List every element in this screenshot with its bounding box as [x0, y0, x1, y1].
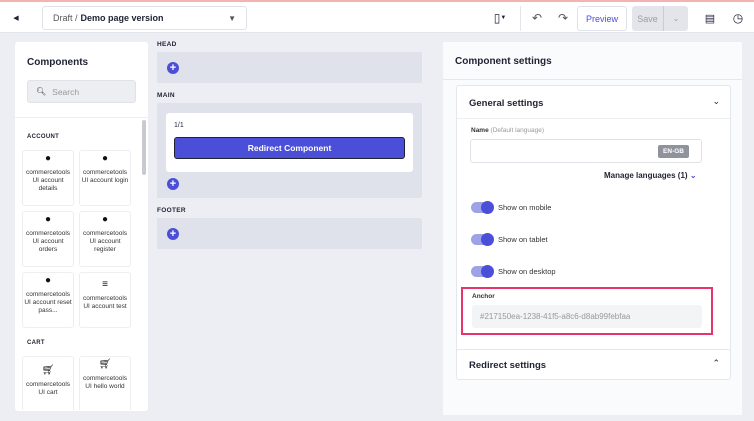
section-label: ACCOUNT — [27, 134, 59, 140]
user-icon: ● — [23, 277, 73, 291]
tile-label: commercetools UI account test — [83, 295, 127, 310]
device-mobile-icon[interactable]: ▯▼ — [488, 9, 512, 27]
component-tile[interactable]: ●commercetools UI account orders — [22, 211, 74, 267]
back-icon[interactable]: ◀ — [8, 8, 24, 28]
add-icon[interactable]: + — [167, 62, 179, 74]
history-icon[interactable]: ◷ — [730, 9, 746, 27]
user-icon: ● — [80, 216, 130, 230]
save-options-icon[interactable]: ⌄ — [664, 6, 688, 31]
component-settings-panel: Component settings General settings ⌄ Re… — [443, 42, 742, 415]
toggle-label: Show on mobile — [498, 203, 551, 212]
comments-icon[interactable]: ▤ — [702, 9, 718, 27]
head-section: + — [157, 52, 422, 83]
component-tile[interactable]: ●commercetools UI account details — [22, 150, 74, 206]
tile-label: commercetools UI account register — [83, 230, 127, 253]
main-label: MAIN — [157, 92, 175, 99]
show-on-mobile-toggle[interactable] — [471, 202, 493, 213]
component-tile[interactable]: 🛒︎commercetools UI cart — [22, 356, 74, 410]
tile-label: commercetools UI hello world — [83, 375, 127, 390]
tile-label: commercetools UI account login — [82, 169, 129, 184]
search-icon: 🔍︎ — [36, 87, 46, 96]
redirect-settings-header: Redirect settings — [469, 360, 546, 371]
save-button[interactable]: Save — [632, 6, 664, 31]
add-icon[interactable]: + — [167, 228, 179, 240]
panel-title: Components — [27, 57, 88, 68]
chevron-down-icon[interactable]: ⌄ — [712, 96, 720, 107]
redo-icon[interactable]: ↷ — [555, 9, 571, 27]
manage-languages-link[interactable]: Manage languages (1) ⌄ — [604, 171, 697, 180]
name-label: Name (Default language) — [471, 127, 544, 134]
component-tile[interactable]: ●commercetools UI account reset pass... — [22, 272, 74, 328]
tile-label: commercetools UI account orders — [26, 230, 70, 253]
tile-label: commercetools UI account reset pass... — [24, 291, 71, 314]
user-icon: ● — [23, 155, 73, 169]
page-version-select[interactable]: Draft / Demo page version ▼ — [42, 6, 247, 30]
save-button-group: Save ⌄ — [632, 6, 688, 31]
toggle-label: Show on tablet — [498, 235, 548, 244]
cart-icon: 🛒︎ — [23, 367, 73, 381]
divider — [457, 118, 730, 119]
toggle-label: Show on desktop — [498, 267, 556, 276]
chevron-down-icon: ⌄ — [690, 171, 697, 180]
footer-section: + — [157, 218, 422, 249]
search-placeholder: Search — [52, 87, 79, 97]
divider — [520, 6, 521, 31]
name-input[interactable]: EN-GB — [470, 139, 702, 163]
components-panel: Components 🔍︎Search ACCOUNT ●commercetoo… — [15, 42, 148, 411]
general-settings-header[interactable]: General settings — [469, 98, 543, 109]
anchor-label: Anchor — [472, 293, 495, 300]
tile-label: commercetools UI cart — [26, 381, 70, 396]
anchor-input[interactable]: #217150ea-1238-41f5-a8c6-d8ab99febfaa — [472, 305, 702, 328]
component-tile[interactable]: 🛒︎commercetools UI hello world — [79, 356, 131, 410]
component-list: ACCOUNT ●commercetools UI account detail… — [15, 117, 148, 410]
cart-icon: 🛒︎ — [80, 361, 130, 375]
chevron-down-icon: ▼ — [228, 14, 236, 23]
scrollbar[interactable] — [142, 120, 146, 175]
add-icon[interactable]: + — [167, 178, 179, 190]
name-hint: (Default language) — [491, 127, 544, 134]
tile-label: commercetools UI account details — [26, 169, 70, 192]
name-label-text: Name — [471, 127, 489, 134]
page-version-name: Demo page version — [81, 13, 164, 23]
main-section: 1/1 Redirect Component + — [157, 103, 422, 198]
head-label: HEAD — [157, 41, 177, 48]
show-on-tablet-toggle[interactable] — [471, 234, 493, 245]
row-pager: 1/1 — [174, 122, 184, 129]
user-icon: ● — [80, 155, 130, 169]
component-tile[interactable]: ●commercetools UI account login — [79, 150, 131, 206]
divider — [443, 79, 742, 80]
component-tile[interactable]: ≡commercetools UI account test — [79, 272, 131, 328]
manage-languages-text: Manage languages (1) — [604, 171, 688, 180]
redirect-settings-card[interactable]: Redirect settings ⌃ — [456, 349, 731, 380]
show-on-desktop-toggle[interactable] — [471, 266, 493, 277]
section-label: CART — [27, 340, 45, 346]
component-row: 1/1 Redirect Component — [166, 113, 413, 172]
footer-label: FOOTER — [157, 207, 186, 214]
language-badge: EN-GB — [658, 145, 689, 158]
draft-label: Draft / — [53, 13, 78, 23]
user-icon: ● — [23, 216, 73, 230]
chevron-up-icon: ⌃ — [712, 358, 720, 369]
anchor-highlight: Anchor #217150ea-1238-41f5-a8c6-d8ab99fe… — [461, 287, 713, 335]
component-tile[interactable]: ●commercetools UI account register — [79, 211, 131, 267]
top-toolbar: ◀ Draft / Demo page version ▼ ▯▼ ↶ ↷ Pre… — [0, 0, 754, 33]
redirect-component[interactable]: Redirect Component — [174, 137, 405, 159]
preview-button[interactable]: Preview — [577, 6, 627, 31]
undo-icon[interactable]: ↶ — [529, 9, 545, 27]
search-input[interactable]: 🔍︎ Search — [27, 80, 136, 103]
settings-title: Component settings — [455, 56, 552, 67]
menu-icon: ≡ — [80, 281, 130, 295]
